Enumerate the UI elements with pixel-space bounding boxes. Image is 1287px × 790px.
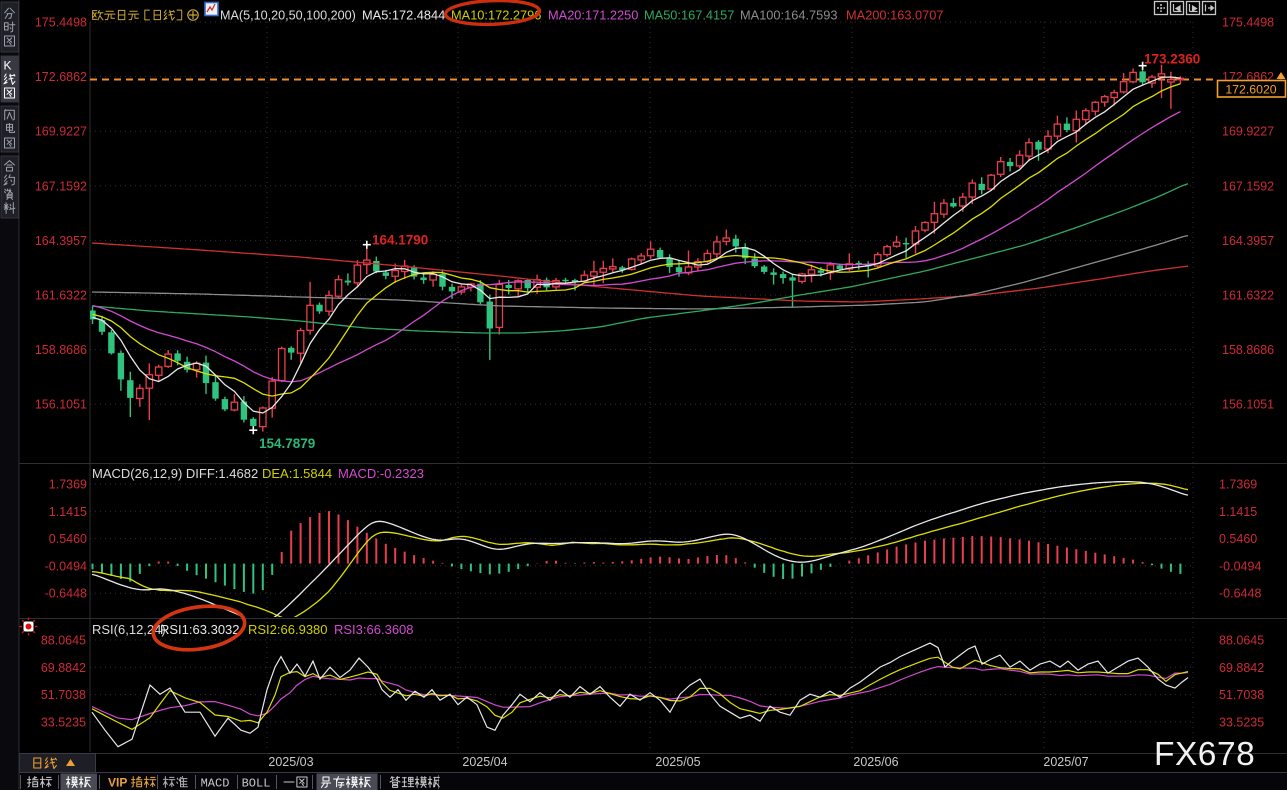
svg-text:161.6322: 161.6322 [35,289,87,303]
svg-text:MACD(26,12,9) DIFF:1.4682: MACD(26,12,9) DIFF:1.4682 [92,466,258,481]
svg-text:2025/07: 2025/07 [1043,755,1088,769]
svg-text:1.7369: 1.7369 [1219,478,1257,492]
svg-text:MA20:171.2250: MA20:171.2250 [548,8,638,23]
svg-text:1.1415: 1.1415 [49,505,87,519]
svg-text:69.8842: 69.8842 [1219,661,1264,675]
svg-text:158.8686: 158.8686 [35,343,87,357]
svg-text:156.1051: 156.1051 [1222,398,1274,412]
svg-text:MA(5,10,20,50,100,200): MA(5,10,20,50,100,200) [220,9,356,23]
svg-text:MA100:164.7593: MA100:164.7593 [740,8,837,23]
svg-text:33.5235: 33.5235 [41,715,86,729]
svg-text:0.5460: 0.5460 [49,532,87,546]
svg-text:BOLL: BOLL [242,777,271,790]
svg-text:-0.6448: -0.6448 [45,587,87,601]
svg-text:173.2360: 173.2360 [1144,52,1200,67]
svg-text:169.9227: 169.9227 [35,125,87,139]
svg-text:51.7038: 51.7038 [1219,688,1264,702]
svg-text:MACD:-0.2323: MACD:-0.2323 [338,466,424,481]
svg-text:K: K [4,58,12,72]
svg-text:1.1415: 1.1415 [1219,505,1257,519]
svg-text:164.1790: 164.1790 [372,233,428,248]
svg-text:FX678: FX678 [1154,736,1255,773]
svg-text:RSI3:66.3608: RSI3:66.3608 [334,622,414,637]
svg-text:-0.0494: -0.0494 [45,559,87,573]
svg-text:0.5460: 0.5460 [1219,532,1257,546]
svg-text:88.0645: 88.0645 [41,634,86,648]
svg-text:154.7879: 154.7879 [259,436,315,451]
svg-text:167.1592: 167.1592 [35,179,87,193]
svg-text:2025/05: 2025/05 [655,755,700,769]
svg-text:164.3957: 164.3957 [1222,234,1274,248]
svg-text:VIP: VIP [108,776,127,790]
svg-text:158.8686: 158.8686 [1222,343,1274,357]
svg-text:MA200:163.0707: MA200:163.0707 [846,8,943,23]
svg-text:175.4498: 175.4498 [35,16,87,30]
svg-text:MA50:167.4157: MA50:167.4157 [644,8,734,23]
svg-text:MA5:172.4844: MA5:172.4844 [362,8,445,23]
svg-text:172.6862: 172.6862 [35,70,87,84]
svg-text:164.3957: 164.3957 [35,234,87,248]
svg-text:33.5235: 33.5235 [1219,715,1264,729]
svg-text:172.6020: 172.6020 [1225,83,1276,97]
svg-text:2025/03: 2025/03 [268,755,313,769]
svg-text:69.8842: 69.8842 [41,661,86,675]
svg-text:RSI2:66.9380: RSI2:66.9380 [248,622,328,637]
svg-text:161.6322: 161.6322 [1222,289,1274,303]
svg-text:2025/04: 2025/04 [462,755,507,769]
svg-text:DEA:1.5844: DEA:1.5844 [262,466,332,481]
svg-text:RSI1:63.3032: RSI1:63.3032 [160,622,240,637]
svg-text:51.7038: 51.7038 [41,688,86,702]
svg-text:-0.6448: -0.6448 [1219,587,1261,601]
svg-text:1.7369: 1.7369 [49,478,87,492]
svg-text:169.9227: 169.9227 [1222,125,1274,139]
svg-text:156.1051: 156.1051 [35,398,87,412]
svg-text:175.4498: 175.4498 [1222,16,1274,30]
svg-text:-0.0494: -0.0494 [1219,559,1261,573]
svg-text:2025/06: 2025/06 [853,755,898,769]
svg-text:167.1592: 167.1592 [1222,179,1274,193]
svg-text:88.0645: 88.0645 [1219,634,1264,648]
svg-text:MACD: MACD [201,777,230,790]
